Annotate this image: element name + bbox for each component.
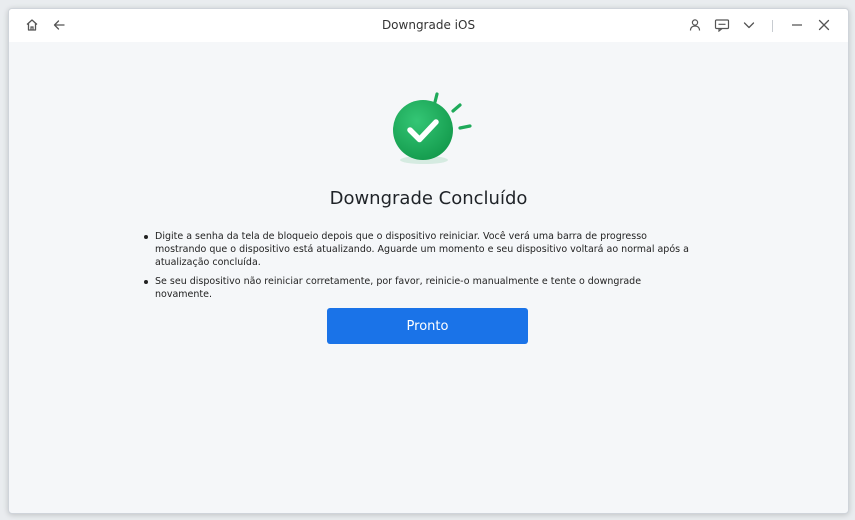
title-bar: Downgrade iOS <box>9 9 848 42</box>
menu-chevron-down-icon[interactable] <box>740 16 758 34</box>
bullet-icon <box>144 235 148 239</box>
instruction-item: Digite a senha da tela de bloqueio depoi… <box>141 230 701 269</box>
instruction-text: Digite a senha da tela de bloqueio depoi… <box>155 231 689 268</box>
titlebar-divider <box>772 20 773 32</box>
close-icon[interactable] <box>815 16 833 34</box>
app-window: Downgrade iOS Downgrade Concluído Digite… <box>8 8 849 514</box>
instruction-item: Se seu dispositivo não reiniciar correta… <box>141 275 701 301</box>
page-title: Downgrade Concluído <box>329 188 528 209</box>
main-content: Downgrade Concluído Digite a senha da te… <box>9 42 848 513</box>
minimize-icon[interactable] <box>788 16 806 34</box>
instruction-text: Se seu dispositivo não reiniciar correta… <box>155 276 642 300</box>
success-check-icon <box>387 92 477 182</box>
user-icon[interactable] <box>686 16 704 34</box>
instructions-list: Digite a senha da tela de bloqueio depoi… <box>141 230 701 307</box>
bullet-icon <box>144 280 148 284</box>
done-button[interactable]: Pronto <box>327 308 528 344</box>
feedback-chat-icon[interactable] <box>713 16 731 34</box>
